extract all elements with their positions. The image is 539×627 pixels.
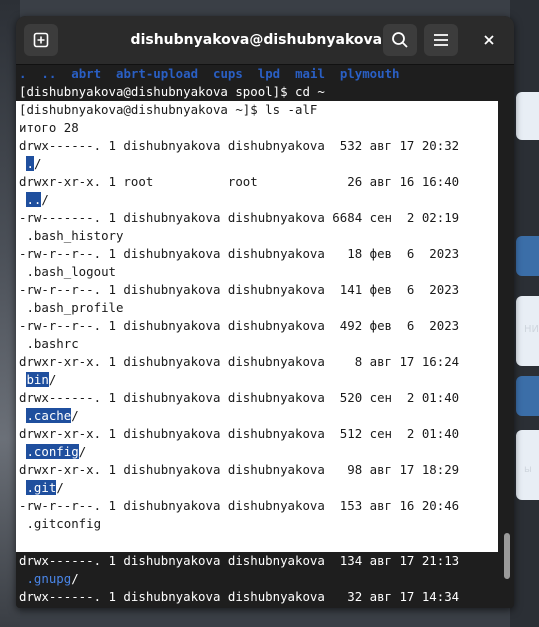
- file-name: .bash_history: [26, 228, 124, 243]
- file-name: .gnupg: [26, 571, 72, 586]
- ls-entry-info: drwxr-xr-x. 1 root root 26 авг 16 16:40: [19, 174, 460, 189]
- file-name: .config: [26, 444, 79, 459]
- background-text: НИ: [524, 324, 539, 335]
- header-bar: dishubnyakova@dishubnyakova:~: [16, 16, 514, 65]
- terminal-scrollback-top: . .. abrt abrt-upload cups lpd mail plym…: [16, 65, 514, 101]
- ls-entry-name: .bash_logout: [19, 263, 116, 281]
- ls-entry-info: -rw-r--r--. 1 dishubnyakova dishubnyakov…: [19, 498, 460, 513]
- total-line: итого 28: [19, 120, 79, 135]
- dir-name: plymouth: [339, 66, 400, 81]
- dir-name: .: [19, 66, 27, 81]
- ls-output-line: . .. abrt abrt-upload cups lpd mail plym…: [19, 65, 400, 83]
- file-type-suffix: /: [71, 571, 79, 586]
- ls-entry-name: .gitconfig: [19, 515, 101, 533]
- dir-name: abrt: [71, 66, 102, 81]
- ls-entry-name: ../: [19, 191, 49, 209]
- terminal-content[interactable]: . .. abrt abrt-upload cups lpd mail plym…: [16, 65, 514, 608]
- file-type-suffix: /: [78, 444, 87, 459]
- hamburger-menu-icon: [434, 34, 448, 46]
- window-title: dishubnyakova@dishubnyakova:~: [130, 32, 400, 48]
- ls-entry-name: .bash_profile: [19, 299, 123, 317]
- ls-entry-name: .bash_history: [19, 227, 123, 245]
- dir-name: lpd: [257, 66, 281, 81]
- dir-name: cups: [212, 66, 243, 81]
- file-name: .bashrc: [26, 336, 79, 351]
- ls-entry-info: drwx------. 1 dishubnyakova dishubnyakov…: [19, 390, 460, 405]
- file-name: .: [26, 156, 34, 171]
- dir-name: ..: [41, 66, 57, 81]
- ls-entry-name: .config/: [19, 443, 86, 461]
- file-type-suffix: /: [56, 480, 64, 495]
- file-name: .local: [26, 607, 71, 608]
- background-button-edge: [516, 376, 539, 416]
- ls-entry-name: .git/: [19, 479, 64, 497]
- ls-entry-info: -rw-------. 1 dishubnyakova dishubnyakov…: [19, 210, 460, 225]
- background-button-edge: [516, 236, 539, 276]
- search-button[interactable]: [383, 24, 417, 56]
- ls-entry-info: drwx------. 1 dishubnyakova dishubnyakov…: [19, 138, 460, 153]
- ls-entry-name: .bashrc: [19, 335, 79, 353]
- file-name: .gitconfig: [26, 516, 102, 531]
- new-tab-button[interactable]: [24, 24, 58, 56]
- ls-entry-info: drwx------. 1 dishubnyakova dishubnyakov…: [19, 589, 460, 604]
- close-icon: [484, 35, 494, 45]
- file-type-suffix: /: [71, 607, 78, 608]
- file-type-suffix: /: [41, 192, 49, 207]
- ls-entry-name: .gnupg/: [19, 570, 79, 588]
- prev-command-line: [dishubnyakova@dishubnyakova spool]$ cd …: [19, 84, 325, 99]
- terminal-scrollbar[interactable]: [500, 101, 514, 608]
- desktop-background-right: НИ ы: [510, 0, 539, 627]
- file-name: .bash_logout: [26, 264, 116, 279]
- ls-entry-info: drwxr-xr-x. 1 dishubnyakova dishubnyakov…: [19, 426, 460, 441]
- file-name: .git: [26, 480, 57, 495]
- file-type-suffix: /: [33, 156, 42, 171]
- menu-button[interactable]: [424, 24, 458, 56]
- terminal-selected-region: [dishubnyakova@dishubnyakova ~]$ ls -alF…: [16, 101, 498, 552]
- file-type-suffix: /: [71, 408, 79, 423]
- dir-name: abrt-upload: [116, 66, 199, 81]
- ls-entry-info: -rw-r--r--. 1 dishubnyakova dishubnyakov…: [19, 246, 460, 261]
- ls-entry-name: .local/: [19, 606, 78, 608]
- file-type-suffix: /: [48, 372, 57, 387]
- terminal-scrollback-bottom: drwx------. 1 dishubnyakova dishubnyakov…: [16, 552, 514, 608]
- search-icon: [392, 32, 408, 48]
- ls-entry-name: ./: [19, 155, 41, 173]
- background-text: ы: [524, 464, 532, 475]
- ls-entry-info: -rw-r--r--. 1 dishubnyakova dishubnyakov…: [19, 282, 460, 297]
- file-name: .cache: [26, 408, 72, 423]
- command-line: [dishubnyakova@dishubnyakova ~]$ ls -alF: [19, 102, 318, 117]
- new-tab-icon: [33, 32, 49, 48]
- ls-entry-name: .cache/: [19, 407, 79, 425]
- ls-entry-info: -rw-r--r--. 1 dishubnyakova dishubnyakov…: [19, 318, 460, 333]
- file-name: ..: [26, 192, 42, 207]
- file-name: bin: [26, 372, 49, 387]
- ls-entry-info: drwx------. 1 dishubnyakova dishubnyakov…: [19, 553, 460, 568]
- ls-entry-info: drwxr-xr-x. 1 dishubnyakova dishubnyakov…: [19, 462, 460, 477]
- scrollbar-thumb[interactable]: [504, 533, 510, 579]
- dir-name: mail: [295, 66, 325, 81]
- close-button[interactable]: [472, 24, 506, 56]
- ls-entry-name: bin/: [19, 371, 56, 389]
- file-name: .bash_profile: [26, 300, 124, 315]
- terminal-window: dishubnyakova@dishubnyakova:~ . .. abrt …: [16, 16, 514, 608]
- ls-entry-info: drwxr-xr-x. 1 dishubnyakova dishubnyakov…: [19, 354, 460, 369]
- background-window-edge: [516, 92, 539, 140]
